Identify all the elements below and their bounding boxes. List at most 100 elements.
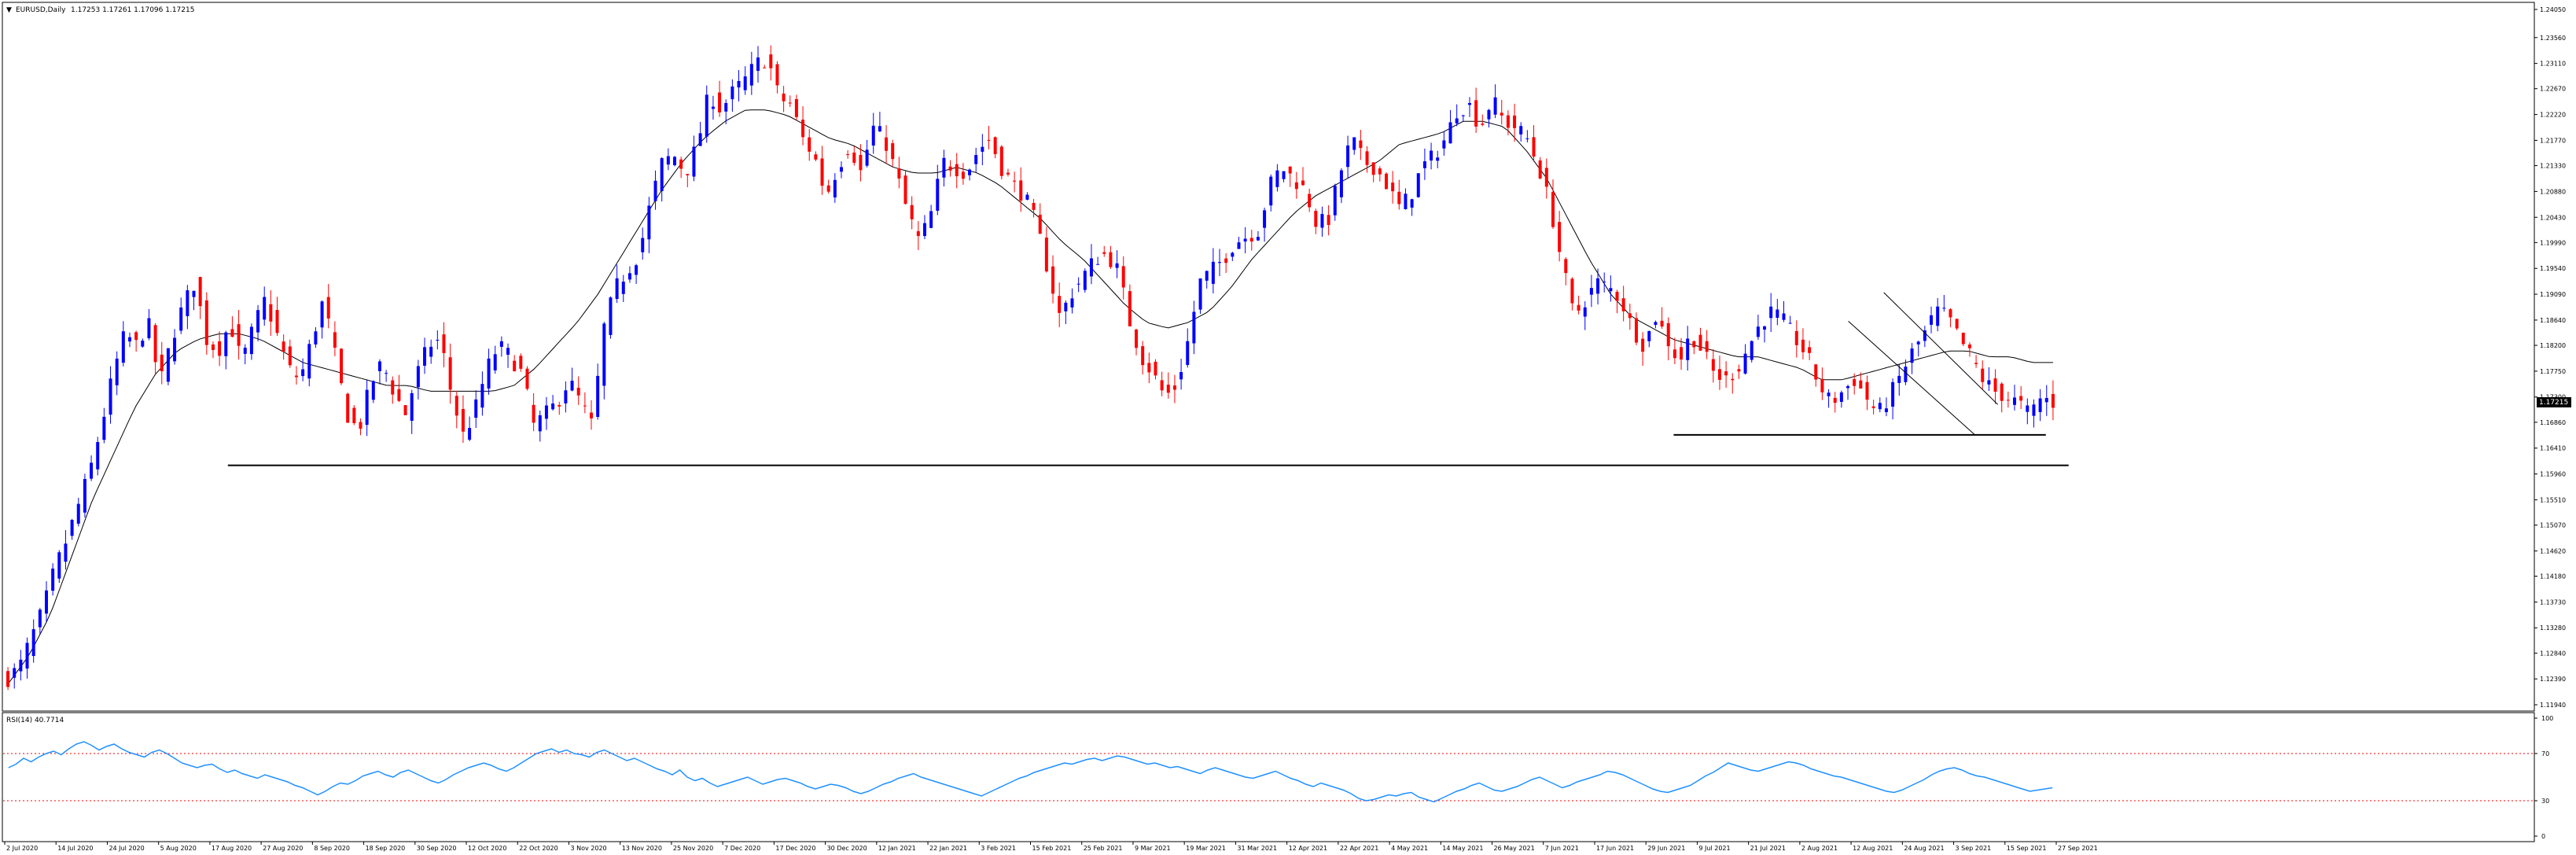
candle-body [1384,173,1388,190]
time-tick-label: 29 Jun 2021 [1647,845,1685,852]
chart-window[interactable]: 1.24050 1.23560 1.23110 1.22670 1.22220 1.217… [0,0,2576,852]
candle-body [1263,210,1267,228]
candle-body [596,375,600,418]
candle-body [641,238,645,252]
candle-body [134,332,138,341]
time-tick-label: 22 Jan 2021 [929,845,967,852]
candle-body [1474,100,1478,127]
candle-body [436,340,440,341]
candle-body [109,378,112,415]
candle-body [314,331,318,345]
candle-body [141,341,145,347]
candle-body [1692,341,1696,348]
candle-body [532,404,535,423]
candle-body [391,380,395,395]
candle-body [90,463,94,479]
candle-body [1680,347,1684,360]
candle-body [160,354,164,372]
candle-body [57,552,61,579]
candle-body [230,329,234,337]
candle-body [1654,322,1658,326]
candle-body [1967,345,1971,348]
candle-body [1794,330,1798,345]
candle-body [340,348,344,384]
candle-body [711,106,715,109]
candle-body [583,405,587,407]
candle-body [794,98,798,117]
candle-body [993,137,997,154]
candle-body [1314,211,1318,227]
candle-body [468,428,472,440]
candle-body [1865,381,1869,400]
chart-header-triangle[interactable]: ▼ [6,6,12,14]
time-tick-label: 12 Jan 2021 [878,845,916,852]
chart-svg[interactable]: 1.24050 1.23560 1.23110 1.22670 1.22220 1.217… [0,0,2576,852]
candle-body [282,341,285,352]
candle-body [301,369,305,377]
candle-body [814,154,818,160]
time-tick-label: 14 May 2021 [1442,845,1483,852]
candle-body [538,415,542,432]
candle-body [1839,392,1843,402]
candle-body [1705,341,1709,352]
candle-body [493,354,497,370]
price-tick-label: 1.22670 [2540,86,2566,93]
price-tick-label: 1.19540 [2540,265,2566,272]
candle-body [1448,122,1452,144]
candle-body [544,405,548,419]
candle-body [698,133,702,146]
candle-body [1974,363,1978,364]
candle-body [403,405,407,415]
candle-body [1981,368,1985,382]
candle-body [102,416,106,440]
candle-body [506,348,510,355]
candle-body [1301,180,1305,186]
candle-body [769,54,773,68]
candle-body [1532,137,1536,157]
time-tick-label: 3 Nov 2020 [570,845,606,852]
candle-body [1006,172,1010,175]
candle-body [852,152,856,163]
candle-body [218,341,222,356]
candle-body [1949,309,1952,318]
candle-body [878,126,881,132]
price-tick-label: 1.12840 [2540,650,2566,657]
candle-body [442,334,446,353]
candle-body [198,277,202,307]
time-tick-label: 5 Aug 2020 [160,845,197,852]
candle-body [1564,259,1568,274]
candle-body [44,590,48,614]
candle-body [525,368,529,389]
candle-body [1102,252,1106,254]
candle-body [480,384,484,408]
candle-body [1737,369,1741,372]
candle-body [673,157,677,166]
candle-body [1320,214,1324,228]
price-tick-label: 1.13730 [2540,599,2566,606]
time-tick-label: 15 Feb 2021 [1032,845,1072,852]
current-price-label: 1.17215 [2539,399,2568,407]
candle-body [1506,115,1510,128]
candle-body [635,265,638,275]
candle-body [801,120,805,138]
candle-body [1160,380,1164,391]
candle-body [1089,258,1093,277]
candle-body [1308,193,1312,208]
candle-body [1776,309,1779,319]
candle-body [1025,194,1029,200]
candle-body [1141,346,1145,366]
candle-body [186,290,190,316]
candle-body [1538,160,1542,179]
price-tick-label: 1.19990 [2540,239,2566,246]
candle-body [1827,392,1831,396]
candle-body [31,628,35,657]
candle-body [1044,238,1048,272]
candle-body [2019,396,2023,401]
candle-body [429,346,433,357]
rsi-header: RSI(14) 40.7714 [6,717,64,724]
candle-body [936,179,940,211]
price-tick-label: 1.18640 [2540,317,2566,324]
time-tick-label: 12 Aug 2021 [1853,845,1893,852]
candle-body [1801,339,1805,352]
time-tick-label: 14 Jul 2020 [57,845,93,852]
